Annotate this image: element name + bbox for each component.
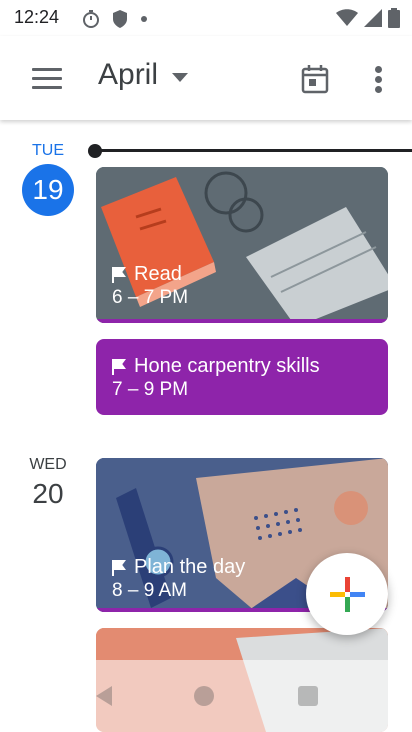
- calendar-today-icon[interactable]: [300, 64, 330, 94]
- month-label: April: [98, 58, 159, 91]
- flag-icon: [112, 358, 126, 375]
- menu-icon[interactable]: [32, 68, 62, 90]
- signal-icon: [364, 9, 382, 27]
- day-weekday: WED: [29, 456, 67, 473]
- app-bar: April: [0, 36, 412, 120]
- event-title: Read: [134, 263, 182, 285]
- plus-icon: [330, 577, 365, 612]
- flag-icon: [112, 266, 126, 283]
- event-time: 7 – 9 PM: [112, 379, 189, 400]
- status-notifications: [82, 9, 148, 29]
- dot-icon: [141, 16, 147, 22]
- event-title-row: Hone carpentry skills: [112, 355, 320, 378]
- battery-icon: [388, 8, 400, 28]
- status-time: 12:24: [14, 7, 60, 27]
- chevron-down-icon: [172, 72, 189, 82]
- flag-icon: [112, 559, 126, 576]
- status-bar: 12:24: [0, 0, 412, 36]
- stopwatch-icon: [83, 10, 99, 28]
- back-icon[interactable]: [94, 684, 114, 708]
- day-date[interactable]: 20: [18, 478, 78, 510]
- more-options-icon[interactable]: [368, 62, 388, 96]
- event-title: Plan the day: [134, 556, 246, 578]
- day-weekday: TUE: [32, 142, 64, 159]
- current-time-line: [96, 149, 412, 152]
- event-time: 6 – 7 PM: [112, 287, 189, 308]
- day-date: 19: [32, 174, 64, 205]
- home-icon[interactable]: [194, 686, 214, 706]
- event-title-row: Read: [112, 263, 182, 286]
- event-title: Hone carpentry skills: [134, 355, 320, 377]
- event-card[interactable]: Hone carpentry skills 7 – 9 PM: [96, 339, 388, 415]
- shield-icon: [113, 10, 127, 28]
- event-time: 8 – 9 AM: [112, 580, 187, 601]
- recents-icon[interactable]: [298, 686, 318, 706]
- wifi-icon: [336, 9, 358, 26]
- month-selector[interactable]: April: [98, 58, 189, 92]
- day-date-today[interactable]: 19: [22, 164, 74, 216]
- status-system-icons: [336, 8, 400, 28]
- create-event-button[interactable]: [306, 553, 388, 635]
- event-title-row: Plan the day: [112, 556, 245, 579]
- event-card[interactable]: Read 6 – 7 PM: [96, 167, 388, 323]
